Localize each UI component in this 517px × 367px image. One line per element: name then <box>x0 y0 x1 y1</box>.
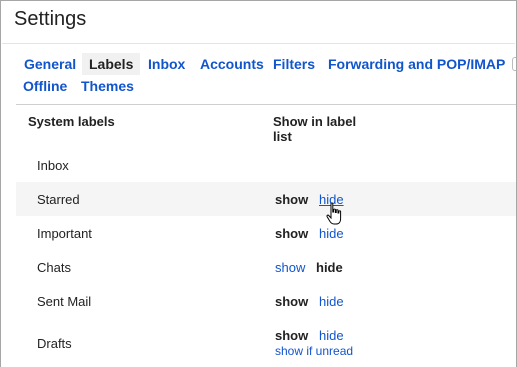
label-name: Starred <box>37 192 80 207</box>
hide-link[interactable]: hide <box>319 328 344 343</box>
table-row: Important show hide <box>16 216 516 250</box>
hide-option-selected: hide <box>316 260 343 275</box>
hand-pointer-cursor-icon <box>326 202 342 225</box>
tab-filters[interactable]: Filters <box>273 53 315 75</box>
show-option-selected: show <box>275 328 309 343</box>
label-name: Sent Mail <box>37 294 92 309</box>
label-name: Inbox <box>37 158 69 173</box>
show-option-selected: show <box>275 226 309 241</box>
hide-link[interactable]: hide <box>319 226 344 241</box>
table-row: Inbox <box>16 148 516 182</box>
show-link[interactable]: show <box>275 260 305 275</box>
show-option-selected: show <box>275 192 309 207</box>
tab-labels[interactable]: Labels <box>82 53 141 75</box>
page-title: Settings <box>14 8 87 30</box>
table-row: Starred show hide <box>16 182 516 216</box>
settings-window: Settings General Labels Inbox Accounts F… <box>0 0 517 367</box>
tab-offline[interactable]: Offline <box>23 75 67 97</box>
hide-link[interactable]: hide <box>319 294 344 309</box>
tab-general[interactable]: General <box>24 53 76 75</box>
show-option-selected: show <box>275 294 309 309</box>
tab-themes[interactable]: Themes <box>81 75 134 97</box>
table-row: Chats show hide <box>16 250 516 284</box>
table-row: Drafts show hide show if unread <box>16 318 516 364</box>
col-header-show-in-label-list: Show in label list <box>273 114 357 144</box>
label-name: Important <box>37 226 92 241</box>
tab-forwarding-pop-imap[interactable]: Forwarding and POP/IMAP <box>328 53 505 75</box>
tab-inbox[interactable]: Inbox <box>148 53 185 75</box>
col-header-system-labels: System labels <box>28 114 115 129</box>
table-row: Sent Mail show hide <box>16 284 516 318</box>
label-name: Chats <box>37 260 71 275</box>
label-name: Drafts <box>37 336 72 351</box>
more-tabs-icon[interactable] <box>512 57 516 71</box>
tab-accounts[interactable]: Accounts <box>200 53 264 75</box>
table-header: System labels Show in label list <box>16 105 516 147</box>
show-if-unread-link[interactable]: show if unread <box>275 344 353 358</box>
header-divider <box>2 43 515 44</box>
